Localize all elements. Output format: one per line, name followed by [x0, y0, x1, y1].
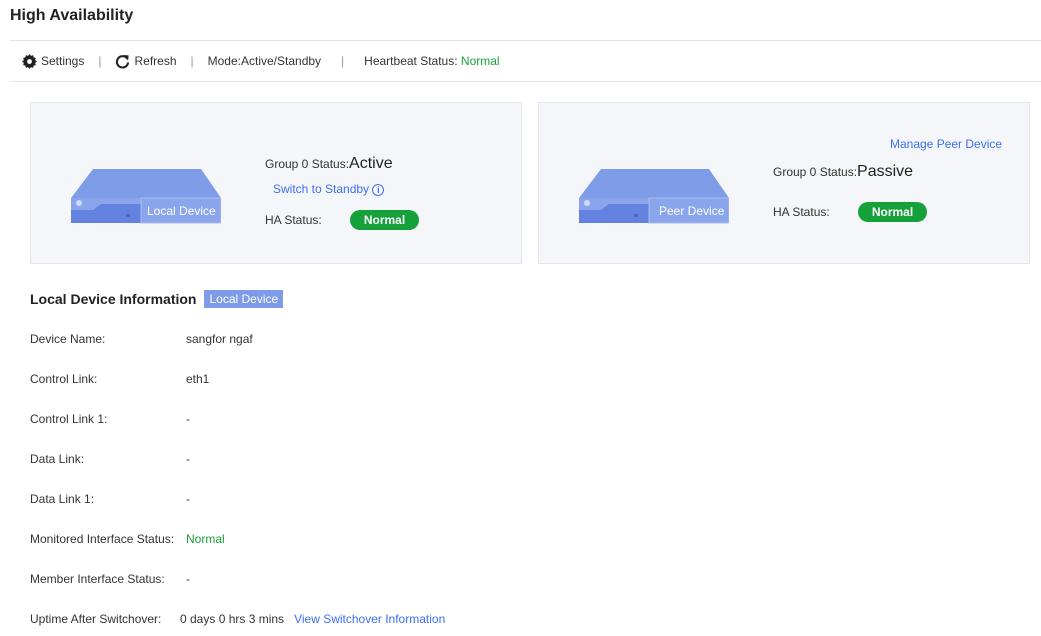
divider	[10, 40, 1041, 41]
refresh-label: Refresh	[134, 54, 177, 68]
refresh-button[interactable]: Refresh	[115, 54, 177, 69]
info-icon: i	[372, 184, 385, 196]
info-label: Control Link 1:	[30, 412, 108, 426]
switch-to-standby-link[interactable]: Switch to Standby i	[273, 182, 385, 196]
peer-device-image: Peer Device	[579, 169, 730, 227]
info-row: Device Name: sangfor ngaf	[30, 332, 253, 346]
manage-peer-device-link[interactable]: Manage Peer Device	[890, 137, 1002, 151]
info-value: -	[186, 572, 190, 586]
info-value: -	[186, 452, 190, 466]
info-value: sangfor ngaf	[186, 332, 253, 346]
section-title: Local Device Information Local Device	[30, 290, 284, 308]
info-value: -	[186, 492, 190, 506]
ha-status-badge: Normal	[858, 202, 927, 222]
group-status-value: Passive	[857, 163, 914, 180]
group-status: Group 0 Status:Active	[265, 155, 393, 172]
info-value: eth1	[186, 372, 210, 386]
info-row: Member Interface Status: -	[30, 572, 190, 586]
page-title: High Availability	[10, 7, 134, 24]
info-label: Control Link:	[30, 372, 98, 386]
info-label: Member Interface Status:	[30, 572, 165, 586]
peer-device-card: Manage Peer Device Peer Device Group 0 S…	[538, 102, 1030, 264]
group-status-value: Active	[349, 155, 393, 172]
settings-label: Settings	[41, 54, 85, 68]
local-device-tag: Local Device	[204, 290, 284, 308]
local-device-card: Local Device Group 0 Status:Active Switc…	[30, 102, 522, 264]
info-label: Monitored Interface Status:	[30, 532, 175, 546]
refresh-icon	[116, 54, 130, 68]
info-row-uptime: Uptime After Switchover: 0 days 0 hrs 3 …	[30, 612, 446, 626]
view-switchover-link[interactable]: View Switchover Information	[294, 612, 445, 626]
info-label: Device Name:	[30, 332, 106, 346]
heartbeat-label: Heartbeat Status:	[364, 54, 458, 68]
gear-icon	[22, 53, 37, 69]
mode-text: Mode:Active/Standby	[207, 54, 322, 68]
info-row: Monitored Interface Status: Normal	[30, 532, 225, 546]
info-label: Data Link:	[30, 452, 85, 466]
uptime-value: 0 days 0 hrs 3 mins	[180, 612, 285, 626]
info-value: -	[186, 412, 190, 426]
info-row: Data Link: -	[30, 452, 190, 466]
ha-status-badge: Normal	[350, 210, 419, 230]
local-device-image: Local Device	[71, 169, 222, 227]
ha-status-label: HA Status:	[773, 205, 830, 219]
device-label: Peer Device	[659, 204, 725, 218]
info-value: Normal	[186, 532, 225, 546]
group-status: Group 0 Status:Passive	[773, 163, 914, 180]
toolbar: Settings | Refresh | Mode:Active/Standby…	[22, 53, 500, 69]
heartbeat-status: Normal	[460, 54, 500, 68]
divider	[10, 81, 1041, 82]
info-row: Control Link: eth1	[30, 372, 209, 386]
info-label: Data Link 1:	[30, 492, 95, 506]
ha-status-label: HA Status:	[265, 213, 322, 227]
info-row: Control Link 1: -	[30, 412, 190, 426]
settings-button[interactable]: Settings	[22, 53, 85, 69]
device-label: Local Device	[147, 204, 216, 218]
info-row: Data Link 1: -	[30, 492, 190, 506]
